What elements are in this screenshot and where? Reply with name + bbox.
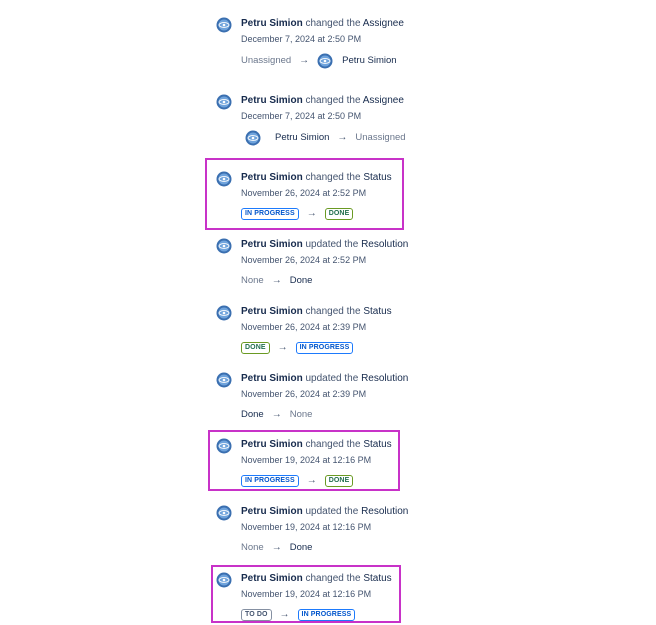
actor-name[interactable]: Petru Simion <box>241 306 303 317</box>
history-headline: Petru Simion changed the Assignee <box>241 17 404 31</box>
user-avatar-icon <box>245 130 261 146</box>
action-verb: changed the <box>305 573 361 584</box>
arrow-right-icon: → <box>299 55 310 66</box>
actor-name[interactable]: Petru Simion <box>241 239 303 250</box>
field-name: Assignee <box>362 95 404 106</box>
timestamp: November 26, 2024 at 2:52 PM <box>241 188 367 198</box>
field-name: Resolution <box>361 506 409 517</box>
from-value: None <box>241 275 264 286</box>
user-chip: Petru Simion <box>245 130 329 146</box>
user-avatar-icon[interactable] <box>216 238 232 254</box>
field-name: Status <box>363 573 392 584</box>
from-value: Unassigned <box>241 55 292 66</box>
change-row: None → Done <box>241 274 408 288</box>
timestamp: November 26, 2024 at 2:52 PM <box>241 255 367 265</box>
action-verb: updated the <box>305 239 359 250</box>
arrow-right-icon: → <box>277 342 288 353</box>
from-value: Done <box>241 409 264 420</box>
user-avatar-icon[interactable] <box>216 305 232 321</box>
history-headline: Petru Simion updated the Resolution <box>241 505 408 519</box>
actor-name[interactable]: Petru Simion <box>241 439 303 450</box>
history-headline: Petru Simion changed the Assignee <box>241 94 406 108</box>
change-row: Petru Simion → Unassigned <box>245 130 406 146</box>
action-verb: updated the <box>305 373 359 384</box>
to-value: Unassigned <box>355 132 406 143</box>
timestamp: November 19, 2024 at 12:16 PM <box>241 522 372 532</box>
arrow-right-icon: → <box>279 609 290 620</box>
action-verb: changed the <box>305 439 361 450</box>
arrow-right-icon: → <box>306 475 317 486</box>
timestamp: December 7, 2024 at 2:50 PM <box>241 34 362 44</box>
actor-name[interactable]: Petru Simion <box>241 18 303 29</box>
to-value: Done <box>289 542 313 553</box>
actor-name[interactable]: Petru Simion <box>241 95 303 106</box>
to-value: Petru Simion <box>342 55 397 66</box>
user-avatar-icon <box>317 53 333 69</box>
change-row: Done → None <box>241 408 408 422</box>
arrow-right-icon: → <box>271 542 282 553</box>
change-row: TO DO → IN PROGRESS <box>241 608 392 622</box>
field-name: Status <box>363 172 392 183</box>
timestamp: December 7, 2024 at 2:50 PM <box>241 111 362 121</box>
arrow-right-icon: → <box>271 409 282 420</box>
status-lozenge-to: IN PROGRESS <box>295 342 354 354</box>
history-headline: Petru Simion changed the Status <box>241 171 392 185</box>
status-lozenge-from: TO DO <box>241 609 272 621</box>
status-lozenge-from: DONE <box>241 342 270 354</box>
change-row: IN PROGRESS → DONE <box>241 207 392 221</box>
action-verb: changed the <box>305 18 361 29</box>
from-value: None <box>241 542 264 553</box>
history-headline: Petru Simion changed the Status <box>241 305 392 319</box>
user-chip: Petru Simion <box>317 53 397 69</box>
timestamp: November 26, 2024 at 2:39 PM <box>241 322 367 332</box>
history-headline: Petru Simion updated the Resolution <box>241 238 408 252</box>
arrow-right-icon: → <box>306 208 317 219</box>
actor-name[interactable]: Petru Simion <box>241 573 303 584</box>
field-name: Assignee <box>362 18 404 29</box>
user-avatar-icon[interactable] <box>216 372 232 388</box>
user-avatar-icon[interactable] <box>216 17 232 33</box>
user-avatar-icon[interactable] <box>216 572 232 588</box>
arrow-right-icon: → <box>271 275 282 286</box>
field-name: Resolution <box>361 239 409 250</box>
status-lozenge-to: DONE <box>324 208 354 220</box>
action-verb: changed the <box>305 95 361 106</box>
status-lozenge-from: IN PROGRESS <box>241 475 299 487</box>
history-headline: Petru Simion changed the Status <box>241 572 392 586</box>
arrow-right-icon: → <box>337 132 348 143</box>
timestamp: November 26, 2024 at 2:39 PM <box>241 389 367 399</box>
change-row: DONE → IN PROGRESS <box>241 341 392 355</box>
status-lozenge-to: DONE <box>324 475 354 487</box>
action-verb: updated the <box>305 506 359 517</box>
status-lozenge-from: IN PROGRESS <box>241 208 299 220</box>
actor-name[interactable]: Petru Simion <box>241 373 303 384</box>
field-name: Resolution <box>361 373 409 384</box>
field-name: Status <box>363 439 392 450</box>
change-row: IN PROGRESS → DONE <box>241 474 392 488</box>
timestamp: November 19, 2024 at 12:16 PM <box>241 455 372 465</box>
history-headline: Petru Simion changed the Status <box>241 438 392 452</box>
user-avatar-icon[interactable] <box>216 94 232 110</box>
actor-name[interactable]: Petru Simion <box>241 172 303 183</box>
timestamp: November 19, 2024 at 12:16 PM <box>241 589 372 599</box>
to-value: None <box>289 409 313 420</box>
status-lozenge-to: IN PROGRESS <box>297 609 356 621</box>
to-value: Done <box>289 275 313 286</box>
user-avatar-icon[interactable] <box>216 505 232 521</box>
actor-name[interactable]: Petru Simion <box>241 506 303 517</box>
user-avatar-icon[interactable] <box>216 438 232 454</box>
user-avatar-icon[interactable] <box>216 171 232 187</box>
action-verb: changed the <box>305 306 361 317</box>
change-row: Unassigned → Petru Simion <box>241 53 404 69</box>
history-headline: Petru Simion updated the Resolution <box>241 372 408 386</box>
from-value: Petru Simion <box>275 132 330 143</box>
action-verb: changed the <box>305 172 361 183</box>
change-row: None → Done <box>241 541 408 555</box>
field-name: Status <box>363 306 392 317</box>
